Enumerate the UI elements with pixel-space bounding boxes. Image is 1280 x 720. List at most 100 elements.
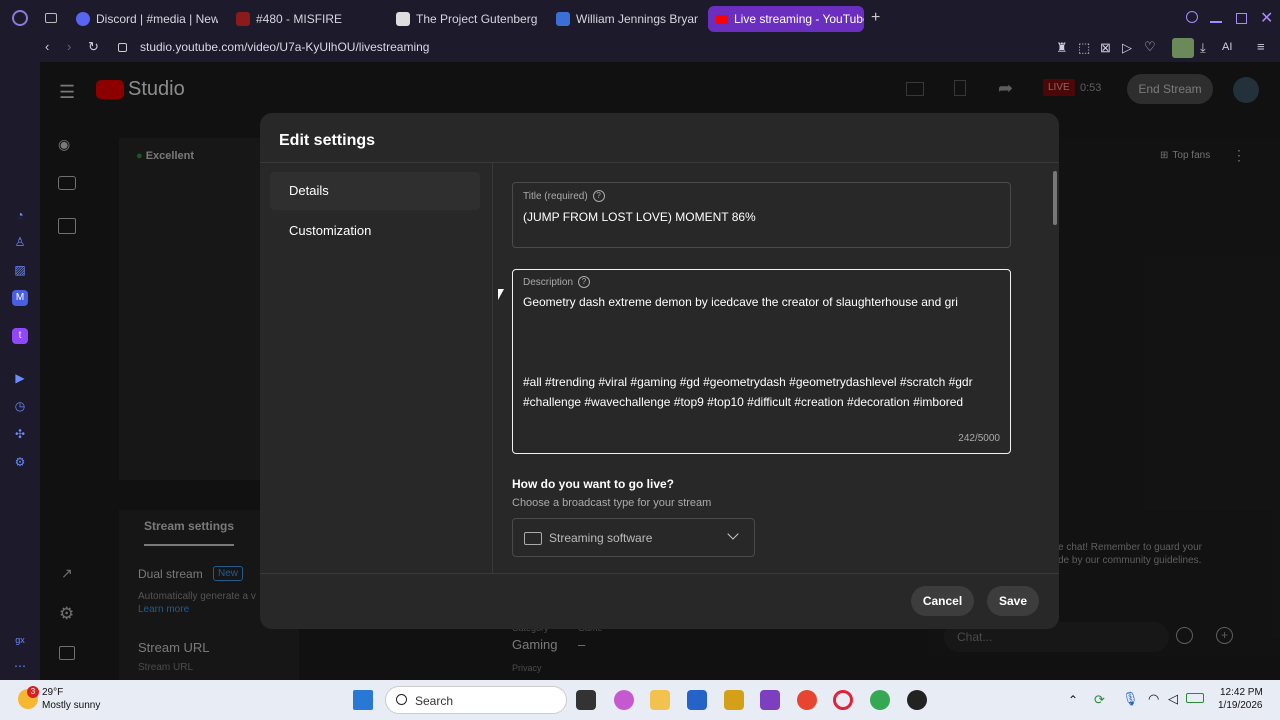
back-icon[interactable]: ‹ [45, 39, 49, 54]
battery-icon[interactable] [1186, 693, 1204, 703]
address-bar: ‹ › ↻ studio.youtube.com/video/U7a-KyUlh… [0, 36, 1280, 62]
tab-manager-icon[interactable] [45, 13, 57, 23]
footer-divider [260, 573, 1059, 574]
heart-icon[interactable]: ♡ [1144, 39, 1156, 55]
nav-customization[interactable]: Customization [270, 212, 480, 250]
avatar[interactable] [1172, 38, 1194, 58]
nav-divider [492, 163, 493, 573]
search-placeholder: Search [415, 694, 454, 708]
description-field[interactable]: Description ? Geometry dash extreme demo… [512, 269, 1011, 454]
mouse-cursor-icon [498, 289, 504, 300]
chevron-up-icon[interactable]: ⌃ [1068, 693, 1078, 707]
m-app-icon[interactable]: M [12, 290, 28, 306]
clock-time[interactable]: 12:42 PM [1220, 687, 1263, 698]
temperature: 29°F [42, 687, 64, 698]
task-view-icon[interactable] [576, 690, 596, 710]
desc-label-row: Description ? [523, 276, 591, 288]
microphone-icon[interactable]: 🎙 [1122, 691, 1139, 707]
title-field[interactable]: Title (required) ? (JUMP FROM LOST LOVE)… [512, 182, 1011, 248]
broadcast-type-select[interactable]: Streaming software [512, 518, 755, 557]
extensions-icon[interactable]: ✣ [12, 426, 28, 442]
player-icon[interactable]: ▶ [12, 370, 28, 386]
title-label: Title (required) [523, 190, 588, 202]
windows-start-icon[interactable] [353, 690, 373, 710]
file-explorer-icon[interactable] [650, 690, 670, 710]
menu-icon[interactable]: ≡ [1257, 39, 1265, 54]
weather-condition: Mostly sunny [42, 700, 101, 711]
chevron-down-icon [727, 528, 739, 540]
close-window-icon[interactable]: ✕ [1260, 8, 1273, 28]
forward-icon[interactable]: › [67, 39, 71, 54]
desc-tags-2[interactable]: #challenge #wavechallenge #top9 #top10 #… [523, 395, 1001, 409]
history-icon[interactable]: ◷ [12, 398, 28, 414]
app-icon[interactable] [724, 690, 744, 710]
search-tabs-icon[interactable] [1186, 11, 1198, 23]
header-divider [260, 162, 1059, 163]
more-icon[interactable]: ⋯ [12, 658, 28, 674]
cancel-button[interactable]: Cancel [911, 586, 974, 616]
tab-discord[interactable]: Discord | #media | New Sp [68, 6, 218, 32]
title-value[interactable]: (JUMP FROM LOST LOVE) MOMENT 86% [523, 210, 756, 224]
chrome-profile-icon[interactable] [870, 690, 890, 710]
download-icon[interactable]: ⤓ [1200, 40, 1206, 56]
aria-icon[interactable]: ◔ [12, 207, 28, 223]
help-icon[interactable]: ? [578, 276, 591, 288]
golive-heading: How do you want to go live? [512, 477, 674, 491]
minimize-icon[interactable] [1210, 21, 1222, 23]
tray-icon[interactable]: ⟳ [1094, 692, 1105, 708]
tab-youtube-studio[interactable]: Live streaming - YouTube S [708, 6, 864, 32]
adblock-icon[interactable]: ⊠ [1100, 40, 1111, 56]
reload-icon[interactable]: ↻ [88, 39, 99, 55]
ai-label: AI [1222, 41, 1233, 53]
save-button[interactable]: Save [987, 586, 1039, 616]
tab-wikipedia[interactable]: William Jennings Bryan, "I [548, 6, 698, 32]
edit-settings-dialog: Edit settings Details Customization Titl… [260, 113, 1059, 629]
opera-icon[interactable] [833, 690, 853, 710]
play-icon[interactable]: ▷ [1122, 40, 1132, 56]
document-icon [396, 12, 410, 26]
help-icon[interactable]: ? [592, 190, 605, 202]
github-icon[interactable] [907, 690, 927, 710]
tab-misfire[interactable]: #480 - MISFIRE [228, 6, 378, 32]
tab-label: William Jennings Bryan, "I [576, 12, 698, 26]
discord-icon [76, 12, 90, 26]
wiki-icon [556, 12, 570, 26]
clock-date[interactable]: 1/19/2026 [1218, 700, 1263, 711]
search-icon [396, 694, 407, 705]
crypto-wallet-icon[interactable]: ♙ [12, 234, 28, 250]
wifi-icon[interactable]: ◠ [1148, 691, 1159, 707]
desc-label: Description [523, 276, 574, 288]
obs-icon[interactable] [760, 690, 780, 710]
copilot-icon[interactable] [614, 690, 634, 710]
bookmark-icon[interactable]: ♜ [1056, 40, 1068, 56]
tab-label: Discord | #media | New Sp [96, 12, 218, 26]
search-box[interactable]: Search [385, 686, 567, 714]
char-count: 242/5000 [958, 433, 1000, 444]
tab-gutenberg[interactable]: The Project Gutenberg eB [388, 6, 538, 32]
ai-icon[interactable]: AI [1222, 41, 1232, 53]
volume-icon[interactable]: ◁ [1168, 691, 1178, 707]
opera-sidebar: ◔ ♙ ▨ M t ▶ ◷ ✣ ⚙ gx ⋯ [0, 62, 40, 680]
new-tab-button[interactable]: + [871, 9, 880, 27]
golive-subtitle: Choose a broadcast type for your stream [512, 497, 712, 509]
settings-icon[interactable]: ⚙ [12, 454, 28, 470]
monitor-icon [524, 532, 542, 545]
store-icon[interactable] [687, 690, 707, 710]
desc-line-1[interactable]: Geometry dash extreme demon by icedcave … [523, 295, 999, 309]
desc-tags-1[interactable]: #all #trending #viral #gaming #gd #geome… [523, 375, 1001, 389]
gx-icon[interactable]: gx [12, 632, 28, 648]
maximize-icon[interactable] [1236, 13, 1247, 24]
url-field[interactable]: studio.youtube.com/video/U7a-KyUlhOU/liv… [140, 40, 429, 54]
chrome-icon[interactable] [797, 690, 817, 710]
broadcast-type-value: Streaming software [549, 531, 653, 545]
snapshot-icon[interactable]: ⬚ [1078, 40, 1090, 56]
opera-logo-icon[interactable] [12, 10, 28, 26]
youtube-icon [716, 14, 728, 24]
messenger-icon[interactable]: ▨ [12, 262, 28, 278]
nav-details[interactable]: Details [270, 172, 480, 210]
title-label-row: Title (required) ? [523, 190, 605, 202]
twitch-icon[interactable]: t [12, 328, 28, 344]
scrollbar-thumb[interactable] [1053, 171, 1057, 225]
weather-badge: 3 [27, 686, 39, 698]
misfire-icon [236, 12, 250, 26]
